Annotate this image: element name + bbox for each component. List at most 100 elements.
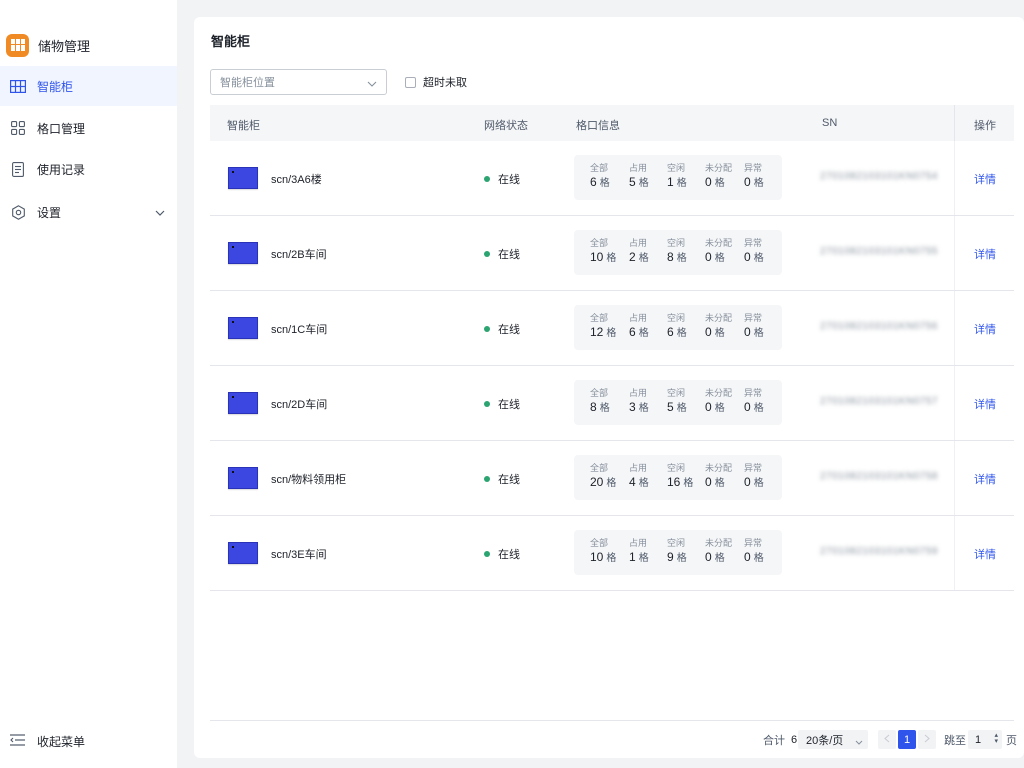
slot-stat: 占用 6格 xyxy=(629,311,649,339)
chevron-down-icon xyxy=(155,205,165,219)
stepper-arrows-icon[interactable]: ▴ ▾ xyxy=(994,732,998,745)
cabinet-thumbnail xyxy=(228,317,258,339)
collapse-menu-label: 收起菜单 xyxy=(37,735,86,749)
slot-stat-label: 占用 xyxy=(629,538,648,548)
detail-link[interactable]: 详情 xyxy=(974,471,996,487)
sidebar-item-settings[interactable]: 设置 xyxy=(0,192,177,232)
header-sn: SN xyxy=(822,117,838,129)
slot-stat: 异常 0格 xyxy=(744,311,764,339)
sidebar-item-label: 智能柜 xyxy=(37,79,74,94)
timeout-uncollected-checkbox[interactable]: 超时未取 xyxy=(405,74,467,90)
next-page-button[interactable] xyxy=(918,730,936,749)
table-row: scn/物料领用柜 在线 全部 20 格 占用 4格 空闲 16 格 未分配 0格 … xyxy=(210,441,1014,516)
table-row: scn/2B车间 在线 全部 10 格 占用 2格 空闲 8格 未分配 0格 异常… xyxy=(210,216,1014,291)
slot-stat-value: 0 xyxy=(744,250,751,264)
slot-stat-value: 6 xyxy=(667,325,674,339)
slot-stat-unit: 格 xyxy=(606,553,617,564)
brand-title: 储物管理 xyxy=(38,38,91,54)
slot-stat-unit: 格 xyxy=(714,178,725,189)
detail-link[interactable]: 详情 xyxy=(974,396,996,412)
slot-stat: 未分配 0格 xyxy=(705,236,732,264)
detail-link[interactable]: 详情 xyxy=(974,246,996,262)
network-status-text: 在线 xyxy=(498,324,520,336)
serial-number: 2701082103101KN0757 xyxy=(820,396,938,407)
slot-stat-label: 未分配 xyxy=(705,538,733,548)
slot-stat: 异常 0格 xyxy=(744,236,764,264)
slot-stat-unit: 格 xyxy=(638,328,649,339)
slot-info-panel: 全部 10 格 占用 1格 空闲 9格 未分配 0格 异常 0格 xyxy=(574,530,782,575)
main-card: 智能柜 智能柜位置 超时未取 智能柜 网络状态 格口信息 SN 操作 scn/3… xyxy=(194,17,1024,758)
cabinet-location-select[interactable]: 智能柜位置 xyxy=(210,69,387,95)
detail-link[interactable]: 详情 xyxy=(974,171,996,187)
collapse-menu-button[interactable]: 收起菜单 xyxy=(10,733,85,750)
slot-stat-label: 全部 xyxy=(590,313,609,323)
sidebar: 储物管理 智能柜 格口管理 使用记录 设置 收起菜单 xyxy=(0,0,177,768)
slot-stat: 空闲 8格 xyxy=(667,236,687,264)
jump-page-input[interactable]: 1 ▴ ▾ xyxy=(968,730,1002,749)
slot-stat: 全部 10 格 xyxy=(590,536,616,564)
slot-stat-value: 16 xyxy=(667,475,681,489)
sidebar-item-slots[interactable]: 格口管理 xyxy=(0,108,177,148)
slot-stat-unit: 格 xyxy=(638,478,649,489)
cabinet-thumbnail xyxy=(228,467,258,489)
slot-stat-label: 全部 xyxy=(590,463,609,473)
table-row: scn/2D车间 在线 全部 8格 占用 3格 空闲 5格 未分配 0格 异常 … xyxy=(210,366,1014,441)
checkbox-box[interactable] xyxy=(405,76,416,88)
cabinet-thumbnail xyxy=(228,392,258,414)
slot-stat-value: 8 xyxy=(667,250,674,264)
slot-stat-label: 占用 xyxy=(629,463,648,473)
slot-stat-label: 全部 xyxy=(590,388,609,398)
header-slots: 格口信息 xyxy=(576,120,620,132)
table-header: 智能柜 网络状态 格口信息 SN 操作 xyxy=(210,105,1014,141)
header-cabinet: 智能柜 xyxy=(227,120,260,132)
slot-stat-value: 5 xyxy=(629,175,636,189)
page-button-current[interactable]: 1 xyxy=(898,730,916,749)
slot-stat: 异常 0格 xyxy=(744,461,764,489)
network-status: 在线 xyxy=(484,546,520,562)
jump-label: 跳至 xyxy=(944,735,966,747)
slot-info-panel: 全部 6格 占用 5格 空闲 1格 未分配 0格 异常 0格 xyxy=(574,155,782,200)
online-status-dot-icon xyxy=(484,401,490,407)
slot-stat-label: 占用 xyxy=(629,388,648,398)
slot-stat-label: 占用 xyxy=(629,238,648,248)
slot-stat-label: 未分配 xyxy=(705,463,733,473)
prev-page-button[interactable] xyxy=(878,730,896,749)
slot-stat-label: 异常 xyxy=(744,463,763,473)
network-status-text: 在线 xyxy=(498,474,520,486)
detail-link[interactable]: 详情 xyxy=(974,321,996,337)
network-status: 在线 xyxy=(484,246,520,262)
slot-stat: 占用 1格 xyxy=(629,536,649,564)
header-ops: 操作 xyxy=(974,120,996,132)
chevron-left-icon xyxy=(884,734,890,746)
slot-stat-unit: 格 xyxy=(714,328,725,339)
slot-stat-value: 0 xyxy=(744,475,751,489)
slot-stat-label: 空闲 xyxy=(667,463,686,473)
column-divider xyxy=(954,366,955,440)
slot-stat: 空闲 5格 xyxy=(667,386,687,414)
slot-info-panel: 全部 20 格 占用 4格 空闲 16 格 未分配 0格 异常 0格 xyxy=(574,455,782,500)
slot-stat-unit: 格 xyxy=(606,478,617,489)
table-row: scn/3E车间 在线 全部 10 格 占用 1格 空闲 9格 未分配 0格 异常… xyxy=(210,516,1014,591)
slot-stat-value: 6 xyxy=(629,325,636,339)
cabinet-name: scn/2D车间 xyxy=(271,399,328,411)
slot-stat-label: 异常 xyxy=(744,313,763,323)
detail-link[interactable]: 详情 xyxy=(974,546,996,562)
slot-stat-value: 0 xyxy=(705,250,712,264)
network-status-text: 在线 xyxy=(498,549,520,561)
page-size-select[interactable]: 20条/页 xyxy=(798,730,868,749)
network-status-text: 在线 xyxy=(498,399,520,411)
slot-stat: 未分配 0格 xyxy=(705,386,732,414)
slot-stat-unit: 格 xyxy=(638,403,649,414)
network-status: 在线 xyxy=(484,321,520,337)
cabinet-thumbnail xyxy=(228,242,258,264)
sidebar-item-records[interactable]: 使用记录 xyxy=(0,149,177,189)
sidebar-item-cabinets[interactable]: 智能柜 xyxy=(0,66,177,106)
slot-stat-unit: 格 xyxy=(753,478,764,489)
table-body: scn/3A6楼 在线 全部 6格 占用 5格 空闲 1格 未分配 0格 异常 … xyxy=(210,141,1014,591)
header-network: 网络状态 xyxy=(484,120,528,132)
slot-stat: 占用 2格 xyxy=(629,236,649,264)
network-status: 在线 xyxy=(484,396,520,412)
total-label: 合计 xyxy=(763,735,785,747)
slot-stat-label: 空闲 xyxy=(667,388,686,398)
online-status-dot-icon xyxy=(484,551,490,557)
